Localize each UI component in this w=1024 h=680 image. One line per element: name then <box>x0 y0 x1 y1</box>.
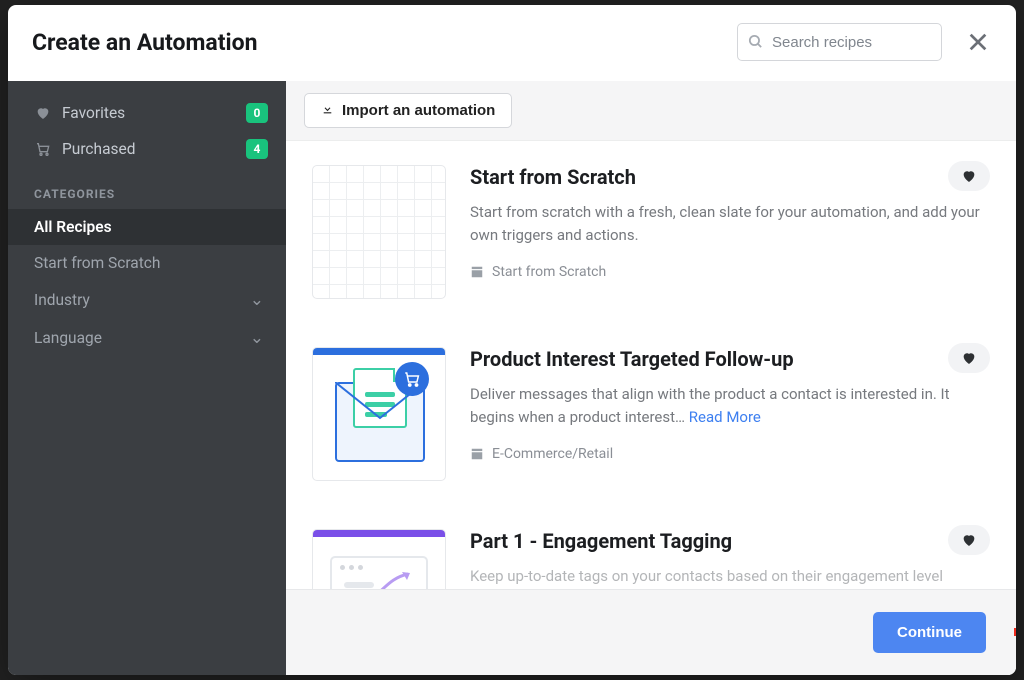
chevron-down-icon: ⌄ <box>250 290 264 310</box>
categories-heading: CATEGORIES <box>8 167 286 209</box>
heart-icon <box>961 350 977 366</box>
recipe-item[interactable]: Start from Scratch Start from scratch wi… <box>312 165 990 339</box>
annotation-arrow <box>1010 612 1016 652</box>
recipe-desc: Deliver messages that align with the pro… <box>470 383 990 428</box>
category-icon <box>470 265 484 279</box>
import-automation-button[interactable]: Import an automation <box>304 93 512 128</box>
sidebar-item-label: Purchased <box>62 140 135 158</box>
favorite-button[interactable] <box>948 343 990 373</box>
search-wrap <box>737 23 942 61</box>
modal-footer: Continue <box>286 589 1016 675</box>
sidebar-cat-all-recipes[interactable]: All Recipes <box>8 209 286 245</box>
sidebar: Favorites 0 Purchased 4 CATEGORIES All R… <box>8 81 286 675</box>
favorite-button[interactable] <box>948 161 990 191</box>
sidebar-cat-language[interactable]: Language ⌄ <box>8 319 286 357</box>
recipe-desc: Keep up-to-date tags on your contacts ba… <box>470 565 990 588</box>
purchased-badge: 4 <box>246 139 268 159</box>
close-button[interactable] <box>964 28 992 56</box>
sidebar-cat-label: Language <box>34 329 102 347</box>
recipe-item[interactable]: Part 1 - Engagement Tagging Keep up-to-d… <box>312 529 990 589</box>
favorite-button[interactable] <box>948 525 990 555</box>
create-automation-modal: Create an Automation Favorites 0 Purchas… <box>8 5 1016 675</box>
cart-icon <box>34 140 52 158</box>
search-input[interactable] <box>737 23 942 61</box>
continue-button[interactable]: Continue <box>873 612 986 653</box>
sidebar-item-label: Favorites <box>62 104 125 122</box>
import-button-label: Import an automation <box>342 102 495 119</box>
toolbar: Import an automation <box>286 81 1016 141</box>
modal-body: Favorites 0 Purchased 4 CATEGORIES All R… <box>8 81 1016 675</box>
heart-icon <box>961 532 977 548</box>
modal-title: Create an Automation <box>32 29 721 56</box>
recipe-cat: E-Commerce/Retail <box>470 446 990 462</box>
recipe-list[interactable]: Start from Scratch Start from scratch wi… <box>286 141 1016 589</box>
recipe-desc: Start from scratch with a fresh, clean s… <box>470 201 990 246</box>
heart-icon <box>961 168 977 184</box>
sidebar-cat-label: Start from Scratch <box>34 254 160 272</box>
recipe-thumb-engagement <box>312 529 446 589</box>
recipe-cat-label: E-Commerce/Retail <box>492 446 613 462</box>
recipe-title: Part 1 - Engagement Tagging <box>470 529 990 553</box>
chevron-down-icon: ⌄ <box>250 328 264 348</box>
search-icon <box>747 33 764 50</box>
recipe-cat-label: Start from Scratch <box>492 264 606 280</box>
modal-header: Create an Automation <box>8 5 1016 81</box>
cart-icon <box>395 362 429 396</box>
recipe-body: Product Interest Targeted Follow-up Deli… <box>470 347 990 481</box>
recipe-title: Product Interest Targeted Follow-up <box>470 347 990 371</box>
heart-icon <box>34 104 52 122</box>
favorites-badge: 0 <box>246 103 268 123</box>
download-icon <box>321 102 334 119</box>
sidebar-item-purchased[interactable]: Purchased 4 <box>8 131 286 167</box>
recipe-cat: Start from Scratch <box>470 264 990 280</box>
main-panel: Import an automation Start from Scratch … <box>286 81 1016 675</box>
sidebar-cat-label: Industry <box>34 291 90 309</box>
sidebar-cat-label: All Recipes <box>34 218 112 236</box>
category-icon <box>470 447 484 461</box>
sidebar-cat-industry[interactable]: Industry ⌄ <box>8 281 286 319</box>
recipe-thumb-product-interest <box>312 347 446 481</box>
recipe-item[interactable]: Product Interest Targeted Follow-up Deli… <box>312 347 990 521</box>
recipe-title: Start from Scratch <box>470 165 990 189</box>
recipe-body: Start from Scratch Start from scratch wi… <box>470 165 990 299</box>
recipe-body: Part 1 - Engagement Tagging Keep up-to-d… <box>470 529 990 589</box>
sidebar-cat-start-from-scratch[interactable]: Start from Scratch <box>8 245 286 281</box>
read-more-link[interactable]: Read More <box>689 408 761 426</box>
recipe-thumb-blank <box>312 165 446 299</box>
sidebar-item-favorites[interactable]: Favorites 0 <box>8 95 286 131</box>
